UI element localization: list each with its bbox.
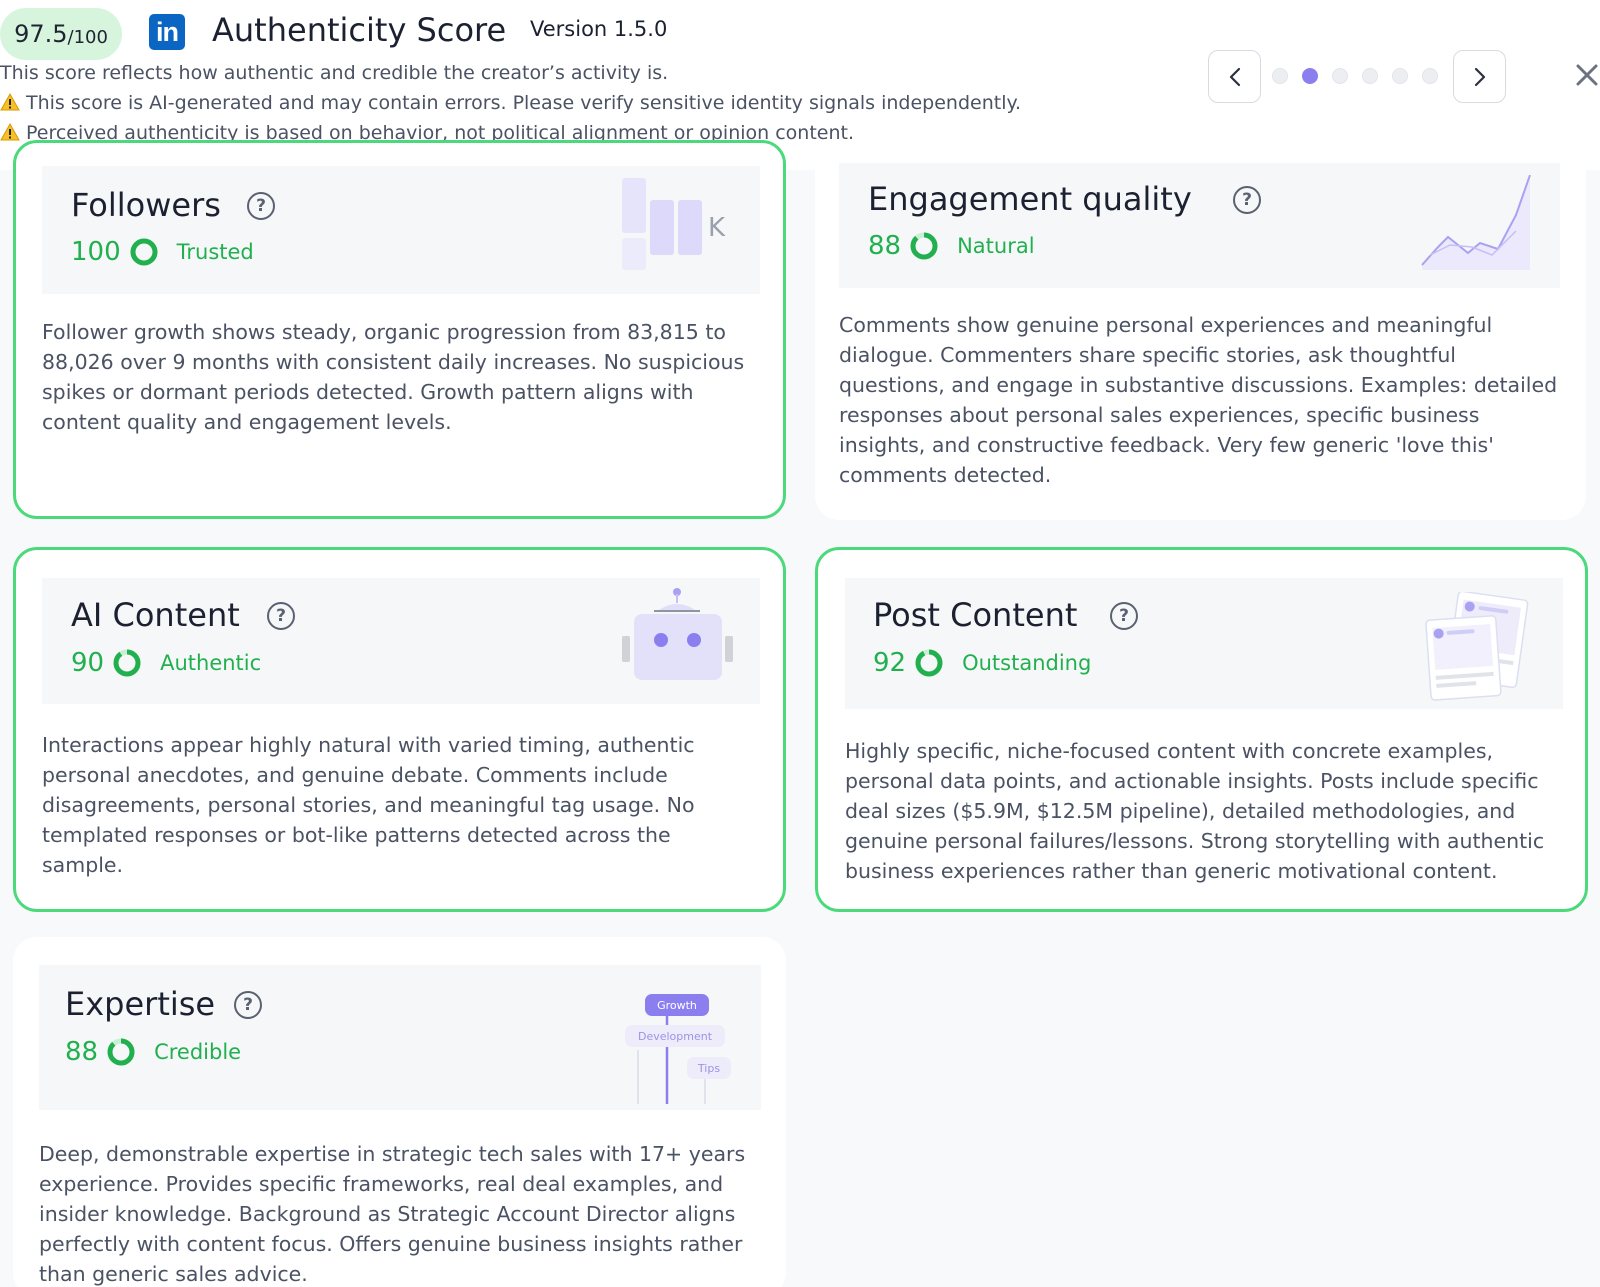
pagination-dot[interactable]	[1272, 68, 1288, 84]
close-button[interactable]	[1574, 62, 1600, 88]
pagination-dot[interactable]	[1302, 68, 1318, 84]
line-chart-illustration	[1421, 175, 1531, 270]
followers-card: Followers ? 100 Trusted K Follower growt…	[13, 140, 786, 519]
post-content-title: Post Content	[873, 596, 1078, 634]
tag-growth: Growth	[657, 999, 697, 1012]
score-ring-icon	[107, 1038, 135, 1066]
chevron-right-icon	[1474, 67, 1485, 86]
tag-development: Development	[638, 1030, 713, 1043]
pagination-dot[interactable]	[1362, 68, 1378, 84]
linkedin-logo: in	[149, 14, 185, 50]
engagement-description: Comments show genuine personal experienc…	[839, 313, 1558, 487]
next-button[interactable]	[1453, 50, 1506, 103]
expertise-card: Expertise ? 88 Credible Growth Developme…	[13, 937, 786, 1287]
chevron-left-icon	[1229, 67, 1240, 86]
score-value: 88	[65, 1037, 99, 1067]
previous-button[interactable]	[1208, 50, 1261, 103]
help-icon[interactable]: ?	[234, 991, 262, 1019]
close-icon	[1576, 64, 1598, 86]
score-value: 100	[71, 237, 121, 267]
ai-content-score: 90 Authentic	[71, 648, 261, 678]
bar-chart-illustration: K	[622, 178, 726, 270]
score-label: Natural	[957, 234, 1035, 258]
followers-title: Followers	[71, 186, 221, 224]
post-content-score: 92 Outstanding	[873, 648, 1091, 678]
score-label: Trusted	[176, 240, 254, 264]
score-ring-icon	[915, 649, 943, 677]
tags-illustration: Growth Development Tips	[625, 994, 731, 1104]
score-value: 90	[71, 648, 105, 678]
ai-content-card: AI Content ? 90 Authentic Interactions a…	[13, 547, 786, 912]
help-icon[interactable]: ?	[267, 602, 295, 630]
warning-icon	[0, 123, 20, 141]
followers-score: 100 Trusted	[71, 237, 254, 267]
expertise-title: Expertise	[65, 985, 216, 1023]
warning-text: This score is AI-generated and may conta…	[26, 92, 1022, 114]
pagination-dot[interactable]	[1392, 68, 1408, 84]
score-value: 88	[868, 231, 902, 261]
score-ring-icon	[130, 238, 158, 266]
help-icon[interactable]: ?	[1110, 602, 1138, 630]
engagement-title: Engagement quality	[868, 180, 1192, 218]
expertise-score: 88 Credible	[65, 1037, 241, 1067]
engagement-card: Engagement quality ? 88 Natural Comments…	[815, 140, 1586, 520]
score-label: Authentic	[160, 651, 262, 675]
score-ring-icon	[910, 232, 938, 260]
followers-description: Follower growth shows steady, organic pr…	[42, 320, 745, 434]
post-cards-illustration	[1425, 592, 1529, 701]
overall-score-value: 97.5	[14, 20, 68, 48]
post-content-card: Post Content ? 92 Outstanding Highly spe…	[815, 547, 1588, 912]
warning-icon	[0, 93, 20, 111]
warning-ai-generated: This score is AI-generated and may conta…	[0, 92, 1021, 114]
pagination-dots	[1272, 68, 1438, 84]
pagination-dot[interactable]	[1422, 68, 1438, 84]
page-title: Authenticity Score	[212, 11, 507, 49]
expertise-description: Deep, demonstrable expertise in strategi…	[39, 1142, 746, 1286]
score-value: 92	[873, 648, 907, 678]
ai-content-title: AI Content	[71, 596, 240, 634]
overall-score-max: /100	[67, 26, 108, 48]
tag-tips: Tips	[697, 1062, 720, 1075]
overall-score-badge: 97.5 /100	[0, 8, 122, 60]
score-description: This score reflects how authentic and cr…	[0, 62, 669, 84]
pagination-dot[interactable]	[1332, 68, 1348, 84]
score-label: Credible	[154, 1040, 242, 1064]
k-label: K	[708, 213, 726, 243]
score-label: Outstanding	[962, 651, 1092, 675]
engagement-score: 88 Natural	[868, 231, 1035, 261]
help-icon[interactable]: ?	[247, 192, 275, 220]
version-label: Version 1.5.0	[530, 17, 668, 41]
help-icon[interactable]: ?	[1233, 186, 1261, 214]
score-ring-icon	[113, 649, 141, 677]
robot-illustration	[622, 588, 733, 680]
post-content-description: Highly specific, niche-focused content w…	[845, 739, 1545, 883]
ai-content-description: Interactions appear highly natural with …	[42, 733, 695, 877]
